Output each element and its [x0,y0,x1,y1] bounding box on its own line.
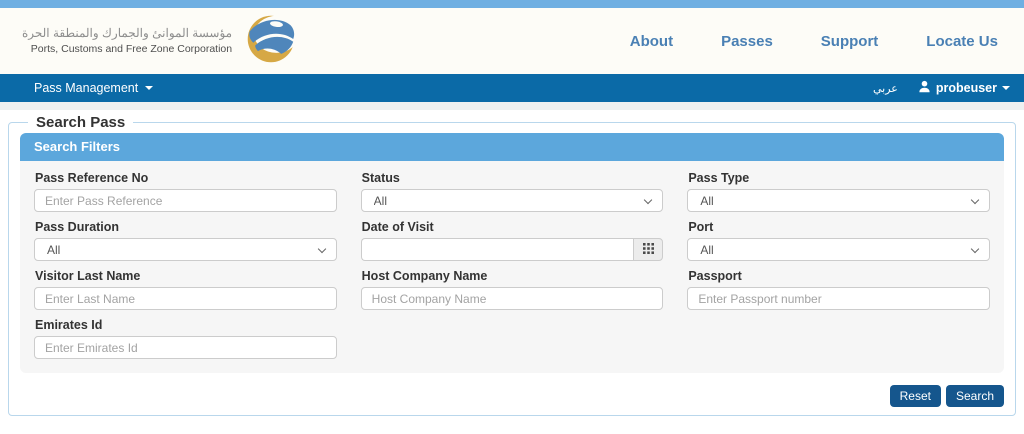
port-label: Port [688,220,714,234]
panel-body: Pass Reference No Status All P [20,161,1004,373]
nav-item-passes[interactable]: Passes [721,33,773,50]
port-select[interactable]: All [687,238,990,261]
status-select[interactable]: All [360,189,664,212]
user-icon [918,80,931,96]
pass-type-label: Pass Type [688,171,750,185]
field-date-of-visit: Date of Visit [360,220,664,261]
passport-input[interactable] [687,287,990,310]
field-host-company-name: Host Company Name [360,269,664,310]
search-pass-fieldset: Search Pass Search Filters Pass Referenc… [8,114,1016,416]
username: probeuser [935,81,997,95]
field-pass-duration: Pass Duration All [34,220,337,261]
pass-duration-select[interactable]: All [34,238,337,261]
brand-logo-icon [242,13,299,70]
brand-text: مؤسسة الموانئ والجمارك والمنطقة الحرة Po… [22,26,232,56]
page-title: Search Pass [36,114,126,131]
pass-reference-label: Pass Reference No [35,171,149,185]
pass-duration-label: Pass Duration [35,220,120,234]
navbar-right: عربي probeuser [873,80,1010,96]
nav-item-support[interactable]: Support [821,33,879,50]
field-emirates-id: Emirates Id [34,318,337,359]
visitor-last-name-label: Visitor Last Name [35,269,141,283]
passport-label: Passport [688,269,742,283]
panel-title: Search Filters [20,133,1004,161]
top-accent-strip [0,0,1024,8]
reset-button[interactable]: Reset [889,385,941,407]
brand[interactable]: مؤسسة الموانئ والجمارك والمنطقة الحرة Po… [22,13,299,70]
org-name-arabic: مؤسسة الموانئ والجمارك والمنطقة الحرة [22,25,233,40]
field-status: Status All [360,171,664,212]
status-select-control[interactable]: All [361,190,663,211]
page-content: Search Pass Search Filters Pass Referenc… [0,110,1024,416]
pass-management-menu[interactable]: Pass Management [34,81,154,95]
header-divider [0,102,1024,110]
language-toggle[interactable]: عربي [873,82,898,95]
date-of-visit-label: Date of Visit [361,220,434,234]
user-menu[interactable]: probeuser [918,80,1010,96]
visitor-last-name-input[interactable] [34,287,337,310]
pass-management-label: Pass Management [34,81,139,95]
date-picker-button[interactable] [633,238,664,261]
calendar-grid-icon [642,242,654,257]
field-port: Port All [687,220,990,261]
port-select-control[interactable]: All [688,239,989,260]
search-filters-panel: Search Filters Pass Reference No Status … [20,133,1004,373]
host-company-name-label: Host Company Name [361,269,488,283]
app-navbar: Pass Management عربي probeuser [0,74,1024,102]
search-button[interactable]: Search [945,385,1004,407]
pass-type-select[interactable]: All [687,189,990,212]
status-label: Status [361,171,400,185]
nav-item-about[interactable]: About [630,33,673,50]
pass-duration-select-control[interactable]: All [35,239,336,260]
pass-reference-input[interactable] [34,189,337,212]
caret-down-icon [1002,86,1010,90]
field-pass-reference: Pass Reference No [34,171,337,212]
filters-grid: Pass Reference No Status All P [34,163,990,359]
emirates-id-input[interactable] [34,336,337,359]
emirates-id-label: Emirates Id [35,318,103,332]
nav-item-locate-us[interactable]: Locate Us [926,33,998,50]
host-company-name-input[interactable] [360,287,664,310]
main-nav: About Passes Support Locate Us [630,33,998,50]
date-of-visit-group [360,238,664,261]
pass-type-select-control[interactable]: All [688,190,989,211]
site-header: مؤسسة الموانئ والجمارك والمنطقة الحرة Po… [0,8,1024,74]
field-passport: Passport [687,269,990,310]
form-actions: Reset Search [20,385,1004,407]
field-visitor-last-name: Visitor Last Name [34,269,337,310]
field-pass-type: Pass Type All [687,171,990,212]
caret-down-icon [145,86,154,90]
date-of-visit-input[interactable] [360,238,634,261]
org-name-english: Ports, Customs and Free Zone Corporation [30,42,233,55]
